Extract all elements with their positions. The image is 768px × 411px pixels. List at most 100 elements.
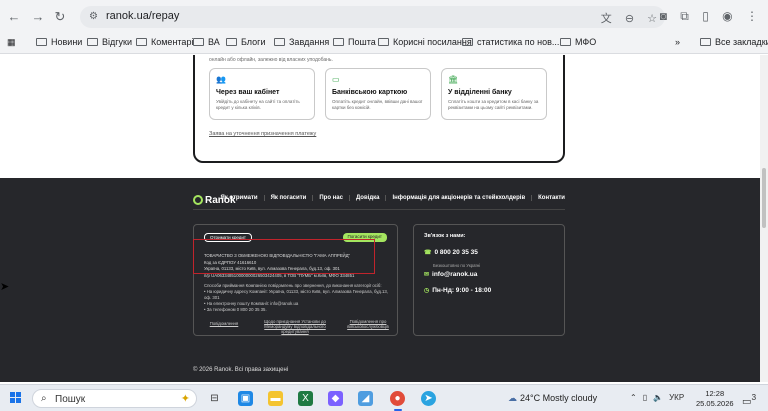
folder-icon <box>274 38 285 46</box>
method-title: Банківською карткою <box>332 89 408 96</box>
telegram-icon[interactable]: ➤ <box>421 391 436 406</box>
excel-icon[interactable]: X <box>298 391 313 406</box>
method-cabinet[interactable]: 👥 Через ваш кабінет Увійдіть до кабінету… <box>209 68 315 120</box>
bookmarks-bar: ▦ Новини Відгуки Коментарі ВА Блоги Завд… <box>0 34 768 54</box>
military-link[interactable]: Повідомлення про військовослужбовців <box>342 319 394 329</box>
logo-icon <box>193 195 203 205</box>
address-bar[interactable]: ⚙ ranok.ua/repay 文 ⊖ ☆ <box>80 6 665 28</box>
footer-nav-item[interactable]: Як погасити <box>263 195 307 201</box>
notice-line: • На юридичну адресу Компанії: Україна, … <box>204 289 389 300</box>
bookmark-item[interactable]: Відгуки <box>87 37 132 47</box>
reload-icon[interactable]: ↻ <box>52 9 68 25</box>
folder-icon <box>462 38 473 46</box>
folder-icon <box>700 38 711 46</box>
all-bookmarks[interactable]: Все закладки <box>700 37 768 47</box>
hours-contact: ◷ Пн-Нд: 9:00 - 18:00 <box>424 287 492 294</box>
forward-icon[interactable]: → <box>30 9 46 25</box>
bookmark-item[interactable]: Завдання <box>274 37 329 47</box>
method-bank[interactable]: 🏛 У відділенні банку Сплатіть кошти за к… <box>441 68 547 120</box>
payment-clarification-link[interactable]: Заява на уточнення призначення платежу <box>209 131 316 137</box>
notifications-icon[interactable]: ▭3 <box>742 392 756 407</box>
memorandum-link[interactable]: Щодо приєднання Установи до Меморандуму … <box>260 319 330 334</box>
copilot-icon[interactable]: ◆ <box>328 391 343 406</box>
notification-count: 3 <box>751 392 757 402</box>
user-icon: 👥 <box>216 75 226 84</box>
phone-contact[interactable]: ☎ 0 800 20 35 35 <box>424 249 478 256</box>
notice-line: • За телефоном 0 800 20 35 35. <box>204 307 267 312</box>
site-info-icon[interactable]: ⚙ <box>89 11 101 23</box>
notice-link[interactable]: Повідомлення <box>204 321 244 326</box>
footer-nav-item[interactable]: Інформація для акціонерів та стейкхолдер… <box>385 195 526 201</box>
page-scrollbar[interactable] <box>760 55 768 382</box>
footer: Ranok Як отримати Як погасити Про нас Довід… <box>0 178 760 382</box>
tray-up-icon[interactable]: ⌃ <box>630 393 637 402</box>
mail-icon: ✉ <box>424 272 430 278</box>
footer-divider <box>193 209 565 210</box>
payment-intro: Процес погашення кредиту в Ranok є прост… <box>209 55 538 63</box>
system-tray: ⌃ ▯ 🔈 УКР <box>630 393 690 402</box>
folder-icon <box>333 38 344 46</box>
card-icon: ▭ <box>332 75 340 84</box>
method-desc: Увійдіть до кабінету на сайті та оплатіт… <box>216 99 300 110</box>
file-explorer-icon[interactable]: ▬ <box>268 391 283 406</box>
method-title: Через ваш кабінет <box>216 89 280 96</box>
taskbar-search[interactable]: ⌕ Пошук ✦ <box>32 389 197 408</box>
footer-nav-item[interactable]: Контакти <box>531 195 565 201</box>
app-icon[interactable]: ◢ <box>358 391 373 406</box>
profile-icon[interactable]: ◉ <box>722 9 732 23</box>
method-desc: Сплатіть кошти за кредитом в касі банку … <box>448 99 539 110</box>
start-button[interactable] <box>10 392 22 404</box>
search-placeholder: Пошук <box>55 394 86 405</box>
back-icon[interactable]: ← <box>6 9 22 25</box>
copyright: © 2026 Ranok. Всі права захищені <box>193 367 289 373</box>
footer-nav-item[interactable]: Про нас <box>312 195 343 201</box>
more-bookmarks[interactable]: » <box>675 37 680 47</box>
footer-nav-item[interactable]: Як отримати <box>220 195 257 201</box>
folder-icon <box>193 38 204 46</box>
bookmark-item[interactable]: Коментарі <box>136 37 193 47</box>
url-text[interactable]: ranok.ua/repay <box>106 10 179 22</box>
apps-icon[interactable]: ▦ <box>7 37 16 48</box>
menu-icon[interactable]: ⋮ <box>746 9 758 23</box>
chrome-icon[interactable]: ● <box>390 391 405 406</box>
footer-nav: Як отримати Як погасити Про нас Довідка Інфо… <box>220 195 565 201</box>
translate-icon[interactable]: 文 <box>601 13 612 25</box>
payment-methods-card: Процес погашення кредиту в Ranok є прост… <box>193 55 565 163</box>
browser-toolbar: ← → ↻ ⚙ ranok.ua/repay 文 ⊖ ☆ ◙ ⧉ ▯ ◉ ⋮ <box>0 0 768 34</box>
bookmark-item[interactable]: МФО <box>560 37 596 47</box>
bookmark-item[interactable]: Новини <box>36 37 82 47</box>
date: 25.05.2026 <box>696 399 734 408</box>
clock[interactable]: 12:28 25.05.2026 <box>696 389 734 409</box>
bookmark-item[interactable]: ВА <box>193 37 220 47</box>
folder-icon <box>36 38 47 46</box>
consumer-notice: Способи приймання Компанією повідомлень … <box>204 283 394 313</box>
method-card[interactable]: ▭ Банківською карткою Оплатіть кредит он… <box>325 68 431 120</box>
method-desc: Оплатіть кредит онлайн, ввівши дані вашо… <box>332 99 423 110</box>
language-indicator[interactable]: УКР <box>669 393 684 402</box>
footer-nav-item[interactable]: Довідка <box>348 195 380 201</box>
cloud-icon: ☁ <box>508 393 517 403</box>
bookmark-item[interactable]: статистика по нов... <box>462 37 559 47</box>
search-highlight-icon: ✦ <box>180 393 190 405</box>
folder-icon <box>226 38 237 46</box>
volume-icon[interactable]: 🔈 <box>653 393 663 402</box>
bookmark-item[interactable]: Пошта <box>333 37 376 47</box>
extensions-icon[interactable]: ⧉ <box>680 9 689 23</box>
bookmark-item[interactable]: Корисні посилання <box>378 37 472 47</box>
camera-icon[interactable]: ◙ <box>660 9 667 23</box>
windows-taskbar: ⌕ Пошук ✦ ⊟ ▣ ▬ X ◆ ◢ ● ➤ ☁ 24°C Mostly c… <box>0 384 768 411</box>
bookmark-item[interactable]: Блоги <box>226 37 265 47</box>
clock-icon: ◷ <box>424 288 430 294</box>
folder-icon <box>378 38 389 46</box>
method-title: У відділенні банку <box>448 89 512 96</box>
sidepanel-icon[interactable]: ▯ <box>702 9 709 23</box>
scroll-thumb[interactable] <box>762 168 766 228</box>
weather-widget[interactable]: ☁ 24°C Mostly cloudy <box>508 393 597 404</box>
task-view-icon[interactable]: ⊟ <box>207 391 222 406</box>
contact-box: Зв'язок з нами: ☎ 0 800 20 35 35 Безкошто… <box>413 224 565 336</box>
zoom-icon[interactable]: ⊖ <box>625 13 634 25</box>
email-contact[interactable]: ✉ info@ranok.ua <box>424 271 477 278</box>
store-icon[interactable]: ▣ <box>238 391 253 406</box>
network-icon[interactable]: ▯ <box>643 393 647 402</box>
folder-icon <box>560 38 571 46</box>
